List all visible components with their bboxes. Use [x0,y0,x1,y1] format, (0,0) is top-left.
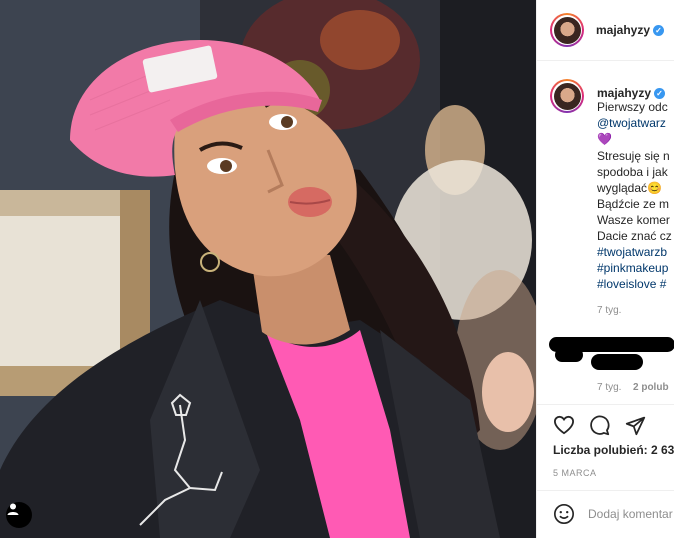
comment-icon[interactable] [589,415,610,436]
caption-line: Wasze komer [597,213,670,227]
purple-heart-emoji: 💜 [597,132,612,146]
hashtag-link[interactable]: #loveislove # [597,277,666,293]
caption-line: Stresuję się n [597,149,670,163]
comment-likes-link[interactable]: 2 polub [633,382,669,393]
hashtag-link[interactable]: #pinkmakeup [597,261,668,277]
post-header: majahyzy ✓ [537,0,674,61]
caption-line: Dacie znać cz [597,229,672,243]
caption-mention-link[interactable]: @twojatwarz [597,116,666,132]
caption-avatar[interactable] [550,79,584,113]
redacted-comment-avatar [555,348,583,362]
user-icon [7,503,19,515]
caption-line: spodoba i jak [597,165,668,179]
caption-timestamp[interactable]: 7 tyg. [597,305,621,316]
post-side-panel: majahyzy ✓ majahyzy ✓ Pierwszy odc @twojat… [536,0,674,538]
comment-input[interactable]: Dodaj komentar [588,507,673,521]
post-photo[interactable] [0,0,536,538]
emoji-icon[interactable] [553,503,575,525]
author-username-header[interactable]: majahyzy ✓ [596,23,665,37]
post-date[interactable]: 5 MARCA [553,468,597,478]
verified-badge-icon: ✓ [653,25,665,36]
username-text[interactable]: majahyzy [596,23,650,37]
hashtag-link[interactable]: #twojatwarzb [597,245,667,261]
paper-plane-icon[interactable] [625,415,646,436]
likes-count[interactable]: Liczba polubień: 2 63 [553,443,674,457]
verified-badge-icon: ✓ [654,88,666,99]
photo-illustration [0,0,536,538]
add-comment-bar: Dodaj komentar [537,490,674,538]
comment-timestamp[interactable]: 7 tyg. [597,382,621,393]
caption-line: wyglądać😊 [597,181,662,195]
author-avatar[interactable] [550,13,584,47]
action-bar [537,404,674,445]
caption-line: Pierwszy odc [597,100,668,114]
caption-line: Bądźcie ze m [597,197,670,211]
caption-username-text[interactable]: majahyzy [597,86,651,100]
heart-icon[interactable] [553,415,575,435]
user-tag-button[interactable] [6,502,32,528]
caption-username[interactable]: majahyzy ✓ [597,86,666,100]
redacted-comment-text [591,354,643,370]
